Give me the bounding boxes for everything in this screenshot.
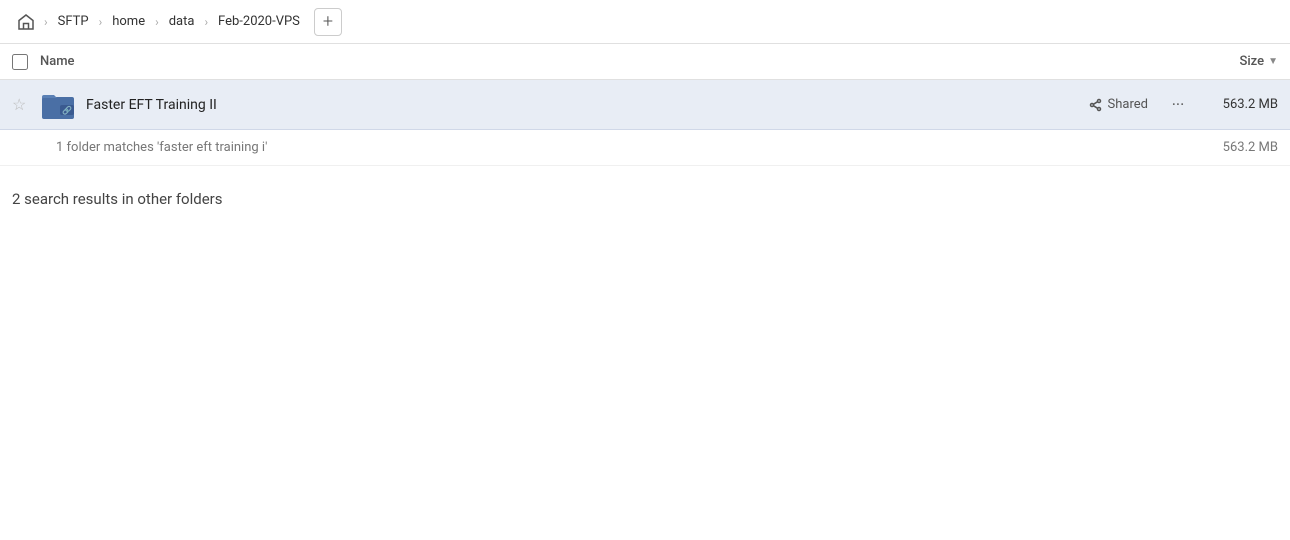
size-column-header[interactable]: Size ▼	[1240, 54, 1279, 69]
file-row[interactable]: ☆ 🔗 Faster EFT Training II Shared ··· 56…	[0, 80, 1290, 130]
info-size: 563.2 MB	[1223, 140, 1278, 155]
breadcrumb-sftp[interactable]: SFTP	[52, 12, 95, 31]
sep-3: ›	[155, 15, 159, 29]
sep-1: ›	[44, 15, 48, 29]
breadcrumb-data[interactable]: data	[163, 12, 201, 31]
breadcrumb-home[interactable]: home	[106, 12, 151, 31]
star-icon[interactable]: ☆	[12, 95, 32, 114]
column-header: Name Size ▼	[0, 44, 1290, 80]
other-results-text: 2 search results in other folders	[12, 190, 223, 208]
size-label: Size	[1240, 54, 1265, 69]
breadcrumb-feb2020vps[interactable]: Feb-2020-VPS	[212, 12, 306, 31]
name-column-header: Name	[40, 54, 1240, 69]
file-size: 563.2 MB	[1208, 97, 1278, 112]
home-button[interactable]	[12, 8, 40, 36]
folder-icon: 🔗	[40, 87, 76, 123]
folder-matches-text: 1 folder matches 'faster eft training i'	[56, 140, 1223, 155]
shared-badge: Shared	[1089, 97, 1148, 112]
breadcrumb: › SFTP › home › data › Feb-2020-VPS +	[0, 0, 1290, 44]
select-all-checkbox[interactable]	[12, 54, 28, 70]
info-row: 1 folder matches 'faster eft training i'…	[0, 130, 1290, 166]
more-options-button[interactable]: ···	[1164, 91, 1192, 119]
other-results-section: 2 search results in other folders	[0, 166, 1290, 220]
sep-2: ›	[99, 15, 103, 29]
sort-arrow-icon: ▼	[1268, 56, 1278, 67]
add-tab-button[interactable]: +	[314, 8, 342, 36]
sep-4: ›	[204, 15, 208, 29]
file-name: Faster EFT Training II	[86, 97, 1089, 113]
svg-text:🔗: 🔗	[62, 105, 72, 115]
shared-label: Shared	[1108, 97, 1148, 112]
